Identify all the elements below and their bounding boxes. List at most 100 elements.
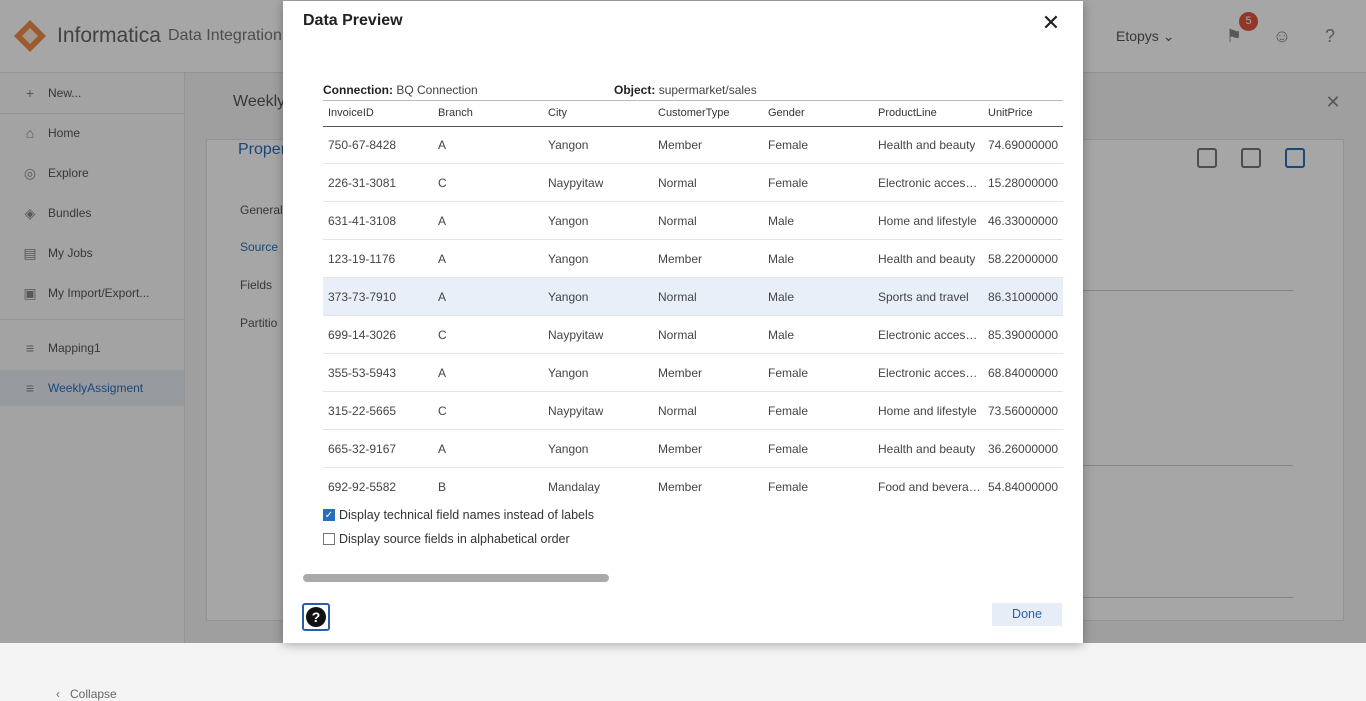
table-row[interactable]: 692-92-5582 B Mandalay Member Female Food and… xyxy=(323,468,1063,500)
table-cell: Naypyitaw xyxy=(548,176,604,190)
table-cell: 74.69000000 xyxy=(988,138,1059,152)
table-cell: 36.26000000 xyxy=(988,442,1059,456)
table-cell: 699-14-3026 xyxy=(328,328,397,342)
table-cell: Health and beauty xyxy=(878,442,976,456)
connection-label: Connection: xyxy=(323,83,393,97)
table-cell: 46.33000000 xyxy=(988,214,1059,228)
table-cell: Naypyitaw xyxy=(548,404,604,418)
table-header: InvoiceID Branch City CustomerType Gender Pro… xyxy=(323,100,1063,127)
table-cell: 86.31000000 xyxy=(988,290,1059,304)
column-header[interactable]: ProductLine xyxy=(878,107,937,119)
table-cell: Health and beauty xyxy=(878,252,976,266)
technical-names-checkbox[interactable]: ✓ xyxy=(323,509,335,521)
table-cell: Male xyxy=(768,252,795,266)
technical-names-label: Display technical field names instead of… xyxy=(339,508,594,522)
table-cell: 373-73-7910 xyxy=(328,290,397,304)
horizontal-scrollbar[interactable] xyxy=(303,574,609,582)
table-row[interactable]: 373-73-7910 A Yangon Normal Male Sports and t… xyxy=(323,278,1063,316)
table-cell: A xyxy=(438,252,447,266)
object-label: Object: xyxy=(614,83,656,97)
table-cell: C xyxy=(438,176,447,190)
done-button[interactable]: Done xyxy=(992,603,1062,626)
table-row[interactable]: 123-19-1176 A Yangon Member Male Health and b… xyxy=(323,240,1063,278)
alphabetical-order-checkbox[interactable] xyxy=(323,533,335,545)
table-cell: 68.84000000 xyxy=(988,366,1059,380)
table-cell: Member xyxy=(658,252,703,266)
table-cell: Yangon xyxy=(548,138,589,152)
collapse-button[interactable]: ‹ Collapse xyxy=(56,687,117,701)
alphabetical-order-option[interactable]: Display source fields in alphabetical or… xyxy=(323,532,570,546)
table-cell: Health and beauty xyxy=(878,138,976,152)
object-info: Object: supermarket/sales xyxy=(614,83,757,97)
preview-table: InvoiceID Branch City CustomerType Gender Pro… xyxy=(323,100,1063,500)
table-cell: Female xyxy=(768,176,809,190)
table-cell: 58.22000000 xyxy=(988,252,1059,266)
table-cell: Home and lifestyle xyxy=(878,214,977,228)
table-cell: Male xyxy=(768,290,795,304)
table-cell: 54.84000000 xyxy=(988,480,1059,494)
table-cell: Electronic accessories xyxy=(878,366,981,380)
table-cell: Normal xyxy=(658,404,697,418)
column-header[interactable]: Branch xyxy=(438,107,473,119)
close-icon[interactable]: ✕ xyxy=(1039,11,1063,35)
column-header[interactable]: Gender xyxy=(768,107,805,119)
chevron-left-icon: ‹ xyxy=(56,687,60,701)
table-cell: A xyxy=(438,442,447,456)
table-cell: Yangon xyxy=(548,214,589,228)
alphabetical-order-label: Display source fields in alphabetical or… xyxy=(339,532,570,546)
table-cell: Yangon xyxy=(548,442,589,456)
table-cell: 750-67-8428 xyxy=(328,138,397,152)
table-cell: Female xyxy=(768,442,809,456)
table-cell: Male xyxy=(768,214,795,228)
table-cell: Normal xyxy=(658,176,697,190)
table-cell: Electronic accessories xyxy=(878,328,981,342)
table-cell: Home and lifestyle xyxy=(878,404,977,418)
table-cell: Normal xyxy=(658,290,697,304)
table-cell: Normal xyxy=(658,328,697,342)
table-cell: Member xyxy=(658,138,703,152)
table-cell: C xyxy=(438,404,447,418)
table-cell: A xyxy=(438,214,447,228)
table-cell: A xyxy=(438,366,447,380)
column-header[interactable]: UnitPrice xyxy=(988,107,1033,119)
table-row[interactable]: 355-53-5943 A Yangon Member Female Electronic… xyxy=(323,354,1063,392)
table-row[interactable]: 750-67-8428 A Yangon Member Female Health and… xyxy=(323,126,1063,164)
table-cell: Normal xyxy=(658,214,697,228)
table-cell: 226-31-3081 xyxy=(328,176,397,190)
table-cell: 665-32-9167 xyxy=(328,442,397,456)
table-cell: Yangon xyxy=(548,252,589,266)
table-cell: A xyxy=(438,138,447,152)
table-cell: Yangon xyxy=(548,290,589,304)
dialog-title: Data Preview xyxy=(303,12,403,29)
table-cell: A xyxy=(438,290,447,304)
collapse-label: Collapse xyxy=(70,687,117,701)
column-header[interactable]: InvoiceID xyxy=(328,107,374,119)
table-row[interactable]: 665-32-9167 A Yangon Member Female Health and… xyxy=(323,430,1063,468)
help-question-icon: ? xyxy=(306,607,326,627)
technical-names-option[interactable]: ✓ Display technical field names instead … xyxy=(323,508,594,522)
table-cell: 15.28000000 xyxy=(988,176,1059,190)
table-cell: Food and beverages xyxy=(878,480,981,494)
table-cell: 692-92-5582 xyxy=(328,480,397,494)
table-cell: Electronic accessories xyxy=(878,176,981,190)
column-header[interactable]: CustomerType xyxy=(658,107,730,119)
table-cell: 315-22-5665 xyxy=(328,404,397,418)
connection-info: Connection: BQ Connection xyxy=(323,83,478,97)
table-cell: Female xyxy=(768,366,809,380)
table-row[interactable]: 699-14-3026 C Naypyitaw Normal Male Electroni… xyxy=(323,316,1063,354)
table-cell: Yangon xyxy=(548,366,589,380)
table-cell: Sports and travel xyxy=(878,290,969,304)
table-row[interactable]: 315-22-5665 C Naypyitaw Normal Female Home an… xyxy=(323,392,1063,430)
table-cell: Male xyxy=(768,328,795,342)
table-cell: Member xyxy=(658,366,703,380)
table-cell: C xyxy=(438,328,447,342)
table-row[interactable]: 226-31-3081 C Naypyitaw Normal Female Electro… xyxy=(323,164,1063,202)
help-button[interactable]: ? xyxy=(302,603,330,631)
table-cell: B xyxy=(438,480,447,494)
table-row[interactable]: 631-41-3108 A Yangon Normal Male Home and lif… xyxy=(323,202,1063,240)
table-cell: 355-53-5943 xyxy=(328,366,397,380)
table-cell: Member xyxy=(658,442,703,456)
table-cell: Female xyxy=(768,480,809,494)
column-header[interactable]: City xyxy=(548,107,567,119)
table-cell: Mandalay xyxy=(548,480,601,494)
